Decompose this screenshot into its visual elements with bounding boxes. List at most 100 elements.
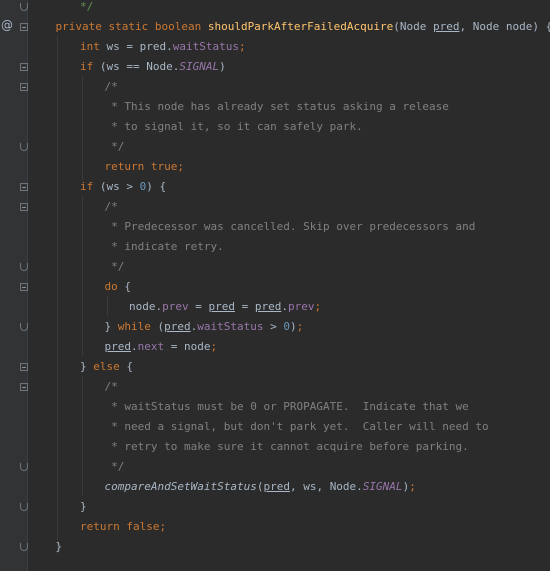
fold-end-icon[interactable] <box>20 143 28 151</box>
code-token: while <box>117 320 158 333</box>
code-token: node. <box>129 300 163 313</box>
code-line[interactable]: * Predecessor was cancelled. Skip over p… <box>104 217 476 237</box>
editor-gutter: @ <box>0 0 28 571</box>
code-token: * Predecessor was cancelled. Skip over p… <box>104 220 476 233</box>
code-token: = node <box>164 340 211 353</box>
code-token: { <box>124 280 131 293</box>
code-token: */ <box>104 140 125 153</box>
code-token: */ <box>104 460 125 473</box>
code-token: , ws, Node. <box>289 480 363 493</box>
code-line[interactable]: } <box>80 497 87 517</box>
code-token: . <box>281 300 288 313</box>
code-token: pred <box>164 320 191 333</box>
code-token: pred <box>208 300 236 313</box>
fold-end-icon[interactable] <box>20 263 28 271</box>
fold-end-icon[interactable] <box>20 543 28 551</box>
code-line[interactable]: if (ws == Node.SIGNAL) <box>80 57 226 77</box>
code-line[interactable]: return true; <box>105 157 184 177</box>
fold-toggle-icon[interactable] <box>20 83 28 91</box>
fold-toggle-icon[interactable] <box>20 183 28 191</box>
code-line[interactable]: if (ws > 0) { <box>80 177 166 197</box>
code-token: ; <box>177 160 184 173</box>
indent-guide <box>82 76 83 180</box>
code-token: int <box>80 40 107 53</box>
fold-toggle-icon[interactable] <box>20 283 28 291</box>
code-token: do <box>104 280 125 293</box>
code-line[interactable]: } else { <box>80 357 133 377</box>
override-marker-icon[interactable]: @ <box>1 18 13 32</box>
code-token: ; <box>296 320 304 333</box>
indent-guide <box>82 376 83 496</box>
fold-toggle-icon[interactable] <box>20 203 28 211</box>
code-token: } <box>104 320 118 333</box>
code-token: * waitStatus must be 0 or PROPAGATE. Ind… <box>104 400 469 413</box>
code-line[interactable]: node.prev = pred = pred.prev; <box>129 297 321 317</box>
code-token: } <box>80 360 94 373</box>
code-token: waitStatus <box>172 40 239 53</box>
fold-end-icon[interactable] <box>20 3 28 11</box>
code-token: ws = pred. <box>106 40 173 53</box>
code-token: /* <box>104 200 118 213</box>
fold-end-icon[interactable] <box>20 503 28 511</box>
code-line[interactable]: compareAndSetWaitStatus(pred, ws, Node.S… <box>105 477 416 497</box>
code-line[interactable]: */ <box>80 0 93 17</box>
fold-end-icon[interactable] <box>20 463 28 471</box>
code-token: pred <box>263 480 290 493</box>
code-line[interactable]: } <box>56 537 63 557</box>
code-token: * retry to make sure it cannot acquire b… <box>104 440 469 453</box>
code-token: shouldParkAfterFailedAcquire <box>207 20 394 33</box>
fold-toggle-icon[interactable] <box>20 363 28 371</box>
code-token: 0 <box>283 320 290 333</box>
code-token: prev <box>288 300 315 313</box>
fold-toggle-icon[interactable] <box>20 63 28 71</box>
code-token: ; <box>210 340 218 353</box>
code-line[interactable]: * This node has already set status askin… <box>105 97 449 117</box>
code-token: } <box>80 500 87 513</box>
indent-guide <box>107 296 108 316</box>
code-line[interactable]: private static boolean shouldParkAfterFa… <box>56 17 550 37</box>
code-line[interactable]: * need a signal, but don't park yet. Cal… <box>105 417 489 437</box>
indent-guide <box>57 36 58 554</box>
code-line[interactable]: do { <box>105 277 132 297</box>
code-line[interactable]: * waitStatus must be 0 or PROPAGATE. Ind… <box>105 397 469 417</box>
code-token: /* <box>104 380 118 393</box>
code-token: * need a signal, but don't park yet. Cal… <box>104 420 489 433</box>
code-line[interactable]: /* <box>105 197 118 217</box>
code-token: * to signal it, so it can safely park. <box>104 120 363 133</box>
code-line[interactable]: /* <box>105 377 118 397</box>
code-token: ; <box>314 300 322 313</box>
code-line[interactable]: pred.next = node; <box>105 337 218 357</box>
code-token: return true <box>104 160 178 173</box>
fold-toggle-icon[interactable] <box>20 383 28 391</box>
code-line[interactable]: * indicate retry. <box>105 237 224 257</box>
code-token: return false <box>80 520 160 533</box>
code-line[interactable]: */ <box>104 457 125 477</box>
code-token: SIGNAL <box>362 480 403 493</box>
code-token: * indicate retry. <box>104 240 224 253</box>
code-line[interactable]: } while (pred.waitStatus > 0); <box>105 317 304 337</box>
code-line[interactable]: return false; <box>80 517 166 537</box>
code-token: if <box>80 180 100 193</box>
code-token: (ws > <box>99 180 140 193</box>
fold-end-icon[interactable] <box>20 323 28 331</box>
code-line[interactable]: * retry to make sure it cannot acquire b… <box>105 437 469 457</box>
code-token: next <box>137 340 165 353</box>
code-line[interactable]: */ <box>104 137 125 157</box>
code-token: (Node <box>393 20 434 33</box>
code-token: pred <box>433 20 460 33</box>
code-token: */ <box>104 260 125 273</box>
code-token: } <box>55 540 63 553</box>
code-token: . <box>131 340 138 353</box>
code-token: /* <box>104 80 118 93</box>
fold-toggle-icon[interactable] <box>20 23 28 31</box>
code-line[interactable]: int ws = pred.waitStatus; <box>80 37 246 57</box>
code-token: = <box>235 300 255 313</box>
code-line[interactable]: * to signal it, so it can safely park. <box>105 117 363 137</box>
code-token: SIGNAL <box>179 60 220 73</box>
code-line[interactable]: */ <box>104 257 125 277</box>
code-line[interactable]: /* <box>105 77 118 97</box>
code-token: { <box>126 360 133 373</box>
code-token: ; <box>238 40 246 53</box>
code-token: else <box>93 360 127 373</box>
code-token: private static boolean <box>55 20 208 33</box>
